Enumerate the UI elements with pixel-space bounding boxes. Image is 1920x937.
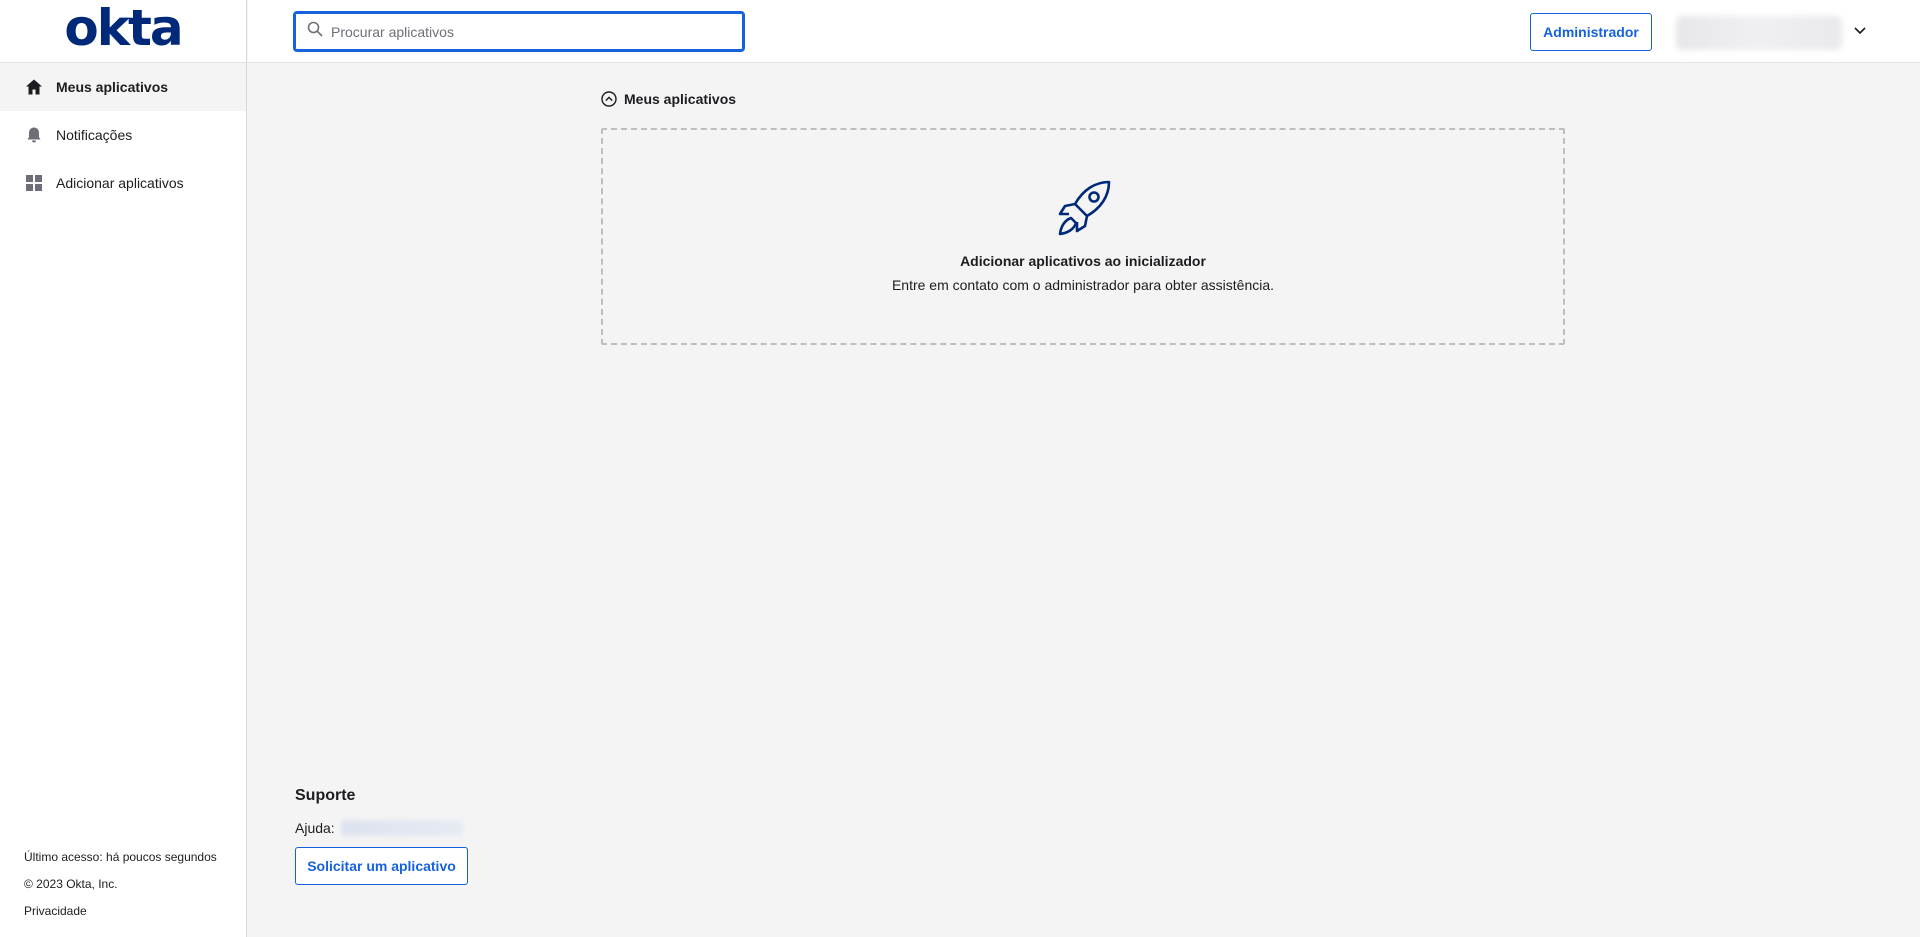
search-input[interactable] — [331, 23, 711, 40]
sidebar-item-label: Adicionar aplicativos — [56, 175, 184, 191]
empty-apps-panel: Adicionar aplicativos ao inicializador E… — [601, 128, 1565, 345]
help-label: Ajuda: — [295, 820, 335, 836]
grid-icon — [24, 173, 44, 193]
support-title: Suporte — [295, 787, 356, 804]
empty-state-subtitle: Entre em contato com o administrador par… — [891, 277, 1275, 293]
help-row: Ajuda: — [295, 819, 468, 837]
search-icon — [307, 21, 323, 42]
bell-icon — [24, 125, 44, 145]
rocket-icon — [1051, 176, 1115, 240]
user-name-redacted[interactable] — [1676, 16, 1842, 50]
privacy-link[interactable]: Privacidade — [24, 898, 217, 925]
home-icon — [24, 77, 44, 97]
last-access-text: Último acesso: há poucos segundos — [24, 850, 217, 864]
section-title: Meus aplicativos — [624, 91, 737, 107]
request-app-button[interactable]: Solicitar um aplicativo — [295, 847, 468, 885]
section-toggle[interactable]: Meus aplicativos — [601, 91, 736, 107]
sidebar-footer: Último acesso: há poucos segundos © 2023… — [24, 844, 217, 925]
support-section: Suporte Ajuda: Solicitar um aplicativo — [295, 787, 468, 885]
okta-logo[interactable]: okta — [64, 3, 183, 53]
sidebar-item-label: Meus aplicativos — [56, 79, 169, 95]
sidebar-item-label: Notificações — [56, 127, 133, 143]
sidebar-item-add-apps[interactable]: Adicionar aplicativos — [0, 159, 246, 207]
help-contact-redacted[interactable] — [340, 820, 463, 836]
logo-area: okta — [0, 0, 246, 63]
copyright-text: © 2023 Okta, Inc. — [24, 877, 118, 891]
search-box[interactable] — [293, 11, 745, 52]
admin-button[interactable]: Administrador — [1530, 13, 1652, 51]
empty-state-title: Adicionar aplicativos ao inicializador — [960, 253, 1206, 269]
topbar: Administrador — [248, 0, 1920, 63]
sidebar-nav: Meus aplicativos Notificações Adicionar … — [0, 63, 246, 207]
chevron-up-circle-icon — [601, 91, 617, 107]
chevron-down-icon[interactable] — [1852, 22, 1868, 38]
sidebar-item-notifications[interactable]: Notificações — [0, 111, 246, 159]
sidebar: okta Meus aplicativos Notificações Adici… — [0, 0, 247, 937]
sidebar-item-my-apps[interactable]: Meus aplicativos — [0, 63, 246, 111]
